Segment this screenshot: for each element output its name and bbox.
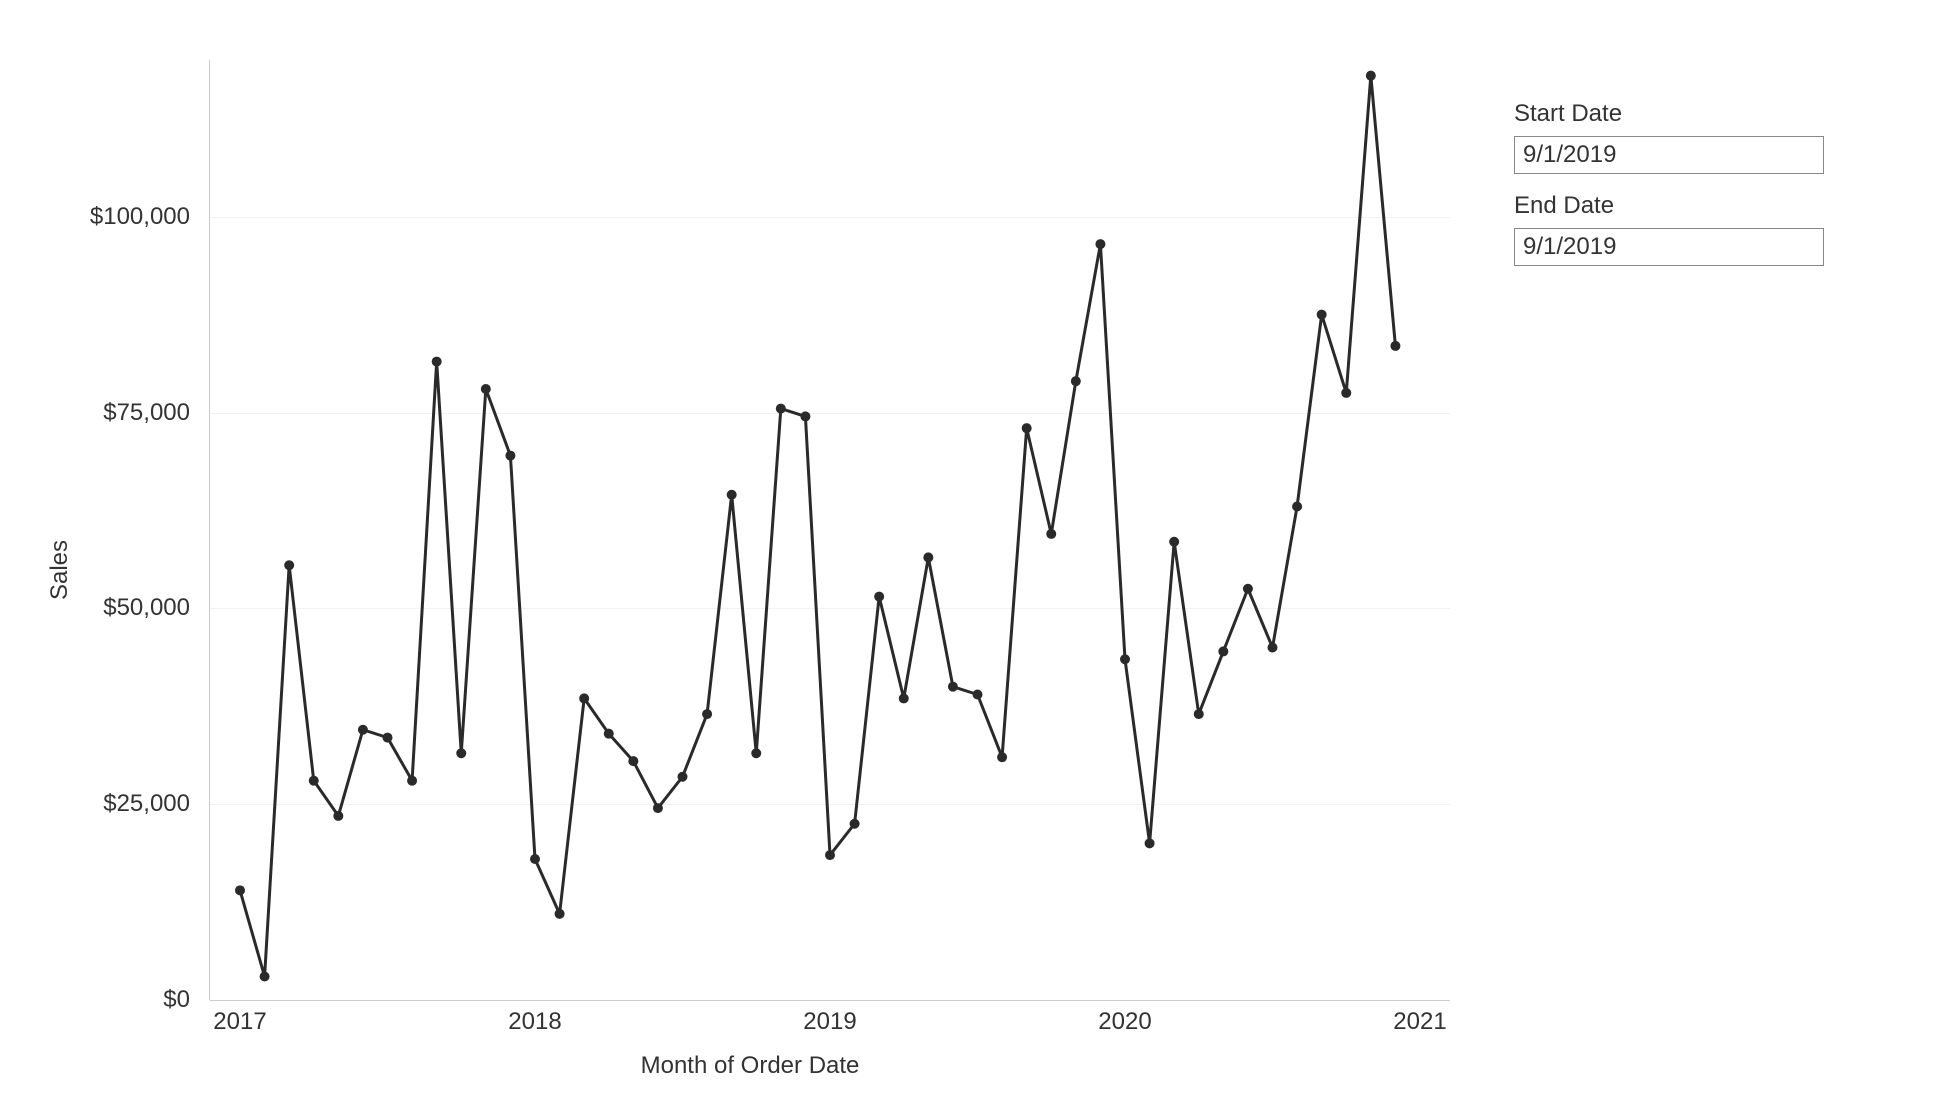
data-point[interactable]	[1194, 709, 1204, 719]
app-root: Sales Month of Order Date $0 $25,000 $50,0…	[0, 0, 1934, 1107]
data-point[interactable]	[333, 811, 343, 821]
data-point[interactable]	[800, 411, 810, 421]
data-point[interactable]	[1317, 310, 1327, 320]
sales-line	[240, 76, 1395, 977]
data-point[interactable]	[997, 752, 1007, 762]
start-date-group: Start Date	[1514, 100, 1824, 174]
y-tick-label: $100,000	[30, 203, 190, 231]
x-tick-label: 2020	[1098, 1008, 1151, 1036]
data-point[interactable]	[874, 592, 884, 602]
data-point[interactable]	[579, 693, 589, 703]
data-point[interactable]	[899, 693, 909, 703]
data-point[interactable]	[850, 819, 860, 829]
end-date-group: End Date	[1514, 192, 1824, 266]
end-date-input[interactable]	[1514, 228, 1824, 266]
data-point[interactable]	[1145, 838, 1155, 848]
data-point[interactable]	[1243, 584, 1253, 594]
x-tick-label: 2018	[508, 1008, 561, 1036]
line-chart-svg	[210, 60, 1450, 1000]
data-point[interactable]	[1292, 502, 1302, 512]
data-point[interactable]	[456, 748, 466, 758]
start-date-label: Start Date	[1514, 100, 1824, 128]
data-point[interactable]	[628, 756, 638, 766]
data-point[interactable]	[481, 384, 491, 394]
y-tick-label: $0	[30, 986, 190, 1014]
data-point[interactable]	[1366, 71, 1376, 81]
data-point[interactable]	[1120, 654, 1130, 664]
data-point[interactable]	[751, 748, 761, 758]
data-point[interactable]	[530, 854, 540, 864]
data-point[interactable]	[505, 451, 515, 461]
data-point[interactable]	[260, 972, 270, 982]
chart-area: Sales Month of Order Date $0 $25,000 $50,0…	[30, 60, 1470, 1080]
data-point[interactable]	[653, 803, 663, 813]
data-point[interactable]	[309, 776, 319, 786]
data-point[interactable]	[1218, 646, 1228, 656]
data-point[interactable]	[1268, 643, 1278, 653]
data-point[interactable]	[1169, 537, 1179, 547]
data-point[interactable]	[678, 772, 688, 782]
data-point[interactable]	[604, 729, 614, 739]
controls-panel: Start Date End Date	[1514, 100, 1824, 284]
data-point[interactable]	[776, 404, 786, 414]
data-point[interactable]	[1071, 376, 1081, 386]
data-point[interactable]	[1341, 388, 1351, 398]
data-point[interactable]	[727, 490, 737, 500]
y-tick-label: $75,000	[30, 399, 190, 427]
data-point[interactable]	[383, 733, 393, 743]
x-axis-title: Month of Order Date	[641, 1052, 860, 1080]
data-point[interactable]	[1046, 529, 1056, 539]
y-axis-title: Sales	[46, 540, 74, 600]
data-point[interactable]	[235, 885, 245, 895]
data-point[interactable]	[1095, 239, 1105, 249]
x-tick-label: 2017	[213, 1008, 266, 1036]
data-point[interactable]	[555, 909, 565, 919]
data-point[interactable]	[407, 776, 417, 786]
data-point[interactable]	[1390, 341, 1400, 351]
y-tick-label: $50,000	[30, 594, 190, 622]
data-point[interactable]	[1022, 423, 1032, 433]
data-point[interactable]	[284, 560, 294, 570]
data-point[interactable]	[432, 357, 442, 367]
end-date-label: End Date	[1514, 192, 1824, 220]
data-point[interactable]	[702, 709, 712, 719]
data-point[interactable]	[923, 552, 933, 562]
x-axis-line	[210, 1000, 1450, 1001]
plot	[210, 60, 1450, 1000]
data-point[interactable]	[358, 725, 368, 735]
start-date-input[interactable]	[1514, 136, 1824, 174]
data-point[interactable]	[973, 690, 983, 700]
data-point[interactable]	[948, 682, 958, 692]
x-tick-label: 2021	[1393, 1008, 1446, 1036]
x-tick-label: 2019	[803, 1008, 856, 1036]
data-point[interactable]	[825, 850, 835, 860]
y-tick-label: $25,000	[30, 790, 190, 818]
